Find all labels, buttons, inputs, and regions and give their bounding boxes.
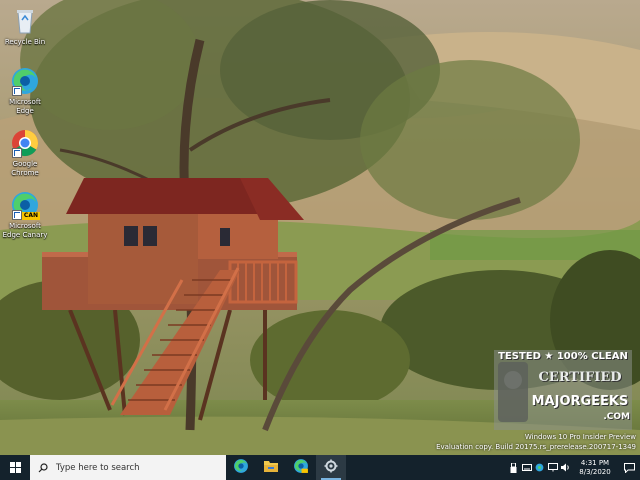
keyboard-icon[interactable] — [520, 455, 533, 480]
search-placeholder: Type here to search — [56, 462, 140, 473]
taskbar: Type here to search 4:31 PM 8/3/2020 — [0, 455, 640, 480]
shortcut-arrow-icon — [12, 86, 22, 96]
desktop-icon-chrome[interactable]: Google Chrome — [2, 128, 48, 178]
volume-icon[interactable] — [559, 455, 572, 480]
action-center-button[interactable] — [618, 455, 640, 480]
chrome-icon — [10, 128, 40, 158]
clock-date: 8/3/2020 — [579, 467, 611, 476]
edge-tray-icon[interactable] — [533, 455, 546, 480]
taskbar-file-explorer[interactable] — [256, 455, 286, 480]
edge-icon — [233, 458, 249, 478]
edge-canary-icon: CAN — [10, 190, 40, 220]
gear-icon — [324, 458, 338, 477]
taskbar-clock[interactable]: 4:31 PM 8/3/2020 — [572, 459, 618, 477]
desktop-icon-edge-canary[interactable]: CAN Microsoft Edge Canary — [2, 190, 48, 240]
desktop-icon-label: Google Chrome — [11, 160, 39, 177]
taskbar-search-box[interactable]: Type here to search — [30, 455, 226, 480]
search-icon — [38, 458, 48, 477]
badge-dotcom-text: .COM — [603, 412, 630, 422]
desktop-icon-label: Microsoft Edge Canary — [2, 222, 48, 239]
usb-icon[interactable] — [507, 455, 520, 480]
badge-brand-text: MAJORGEEKS — [531, 394, 629, 409]
canary-badge: CAN — [21, 212, 40, 220]
desktop-icon-label: Recycle Bin — [4, 38, 46, 46]
network-icon[interactable] — [546, 455, 559, 480]
desktop-icon-recycle-bin[interactable]: Recycle Bin — [2, 6, 48, 47]
desktop-icon-label: Microsoft Edge — [9, 98, 41, 115]
recycle-bin-icon — [10, 6, 40, 36]
windows-logo-icon — [9, 458, 21, 477]
badge-tested-text: TESTED ★ 100% CLEAN — [498, 351, 628, 362]
taskbar-edge[interactable] — [226, 455, 256, 480]
start-button[interactable] — [0, 455, 30, 480]
watermark-build: Evaluation copy. Build 20175.rs_prerelea… — [436, 443, 636, 451]
notification-icon — [623, 458, 635, 477]
majorgeeks-certified-badge: TESTED ★ 100% CLEAN CERTIFIED MAJORGEEKS… — [494, 350, 632, 430]
system-tray: 4:31 PM 8/3/2020 — [507, 455, 640, 480]
badge-certified-text: CERTIFIED — [538, 370, 622, 385]
taskbar-edge-canary[interactable] — [286, 455, 316, 480]
windows-build-watermark: Windows 10 Pro Insider Preview Evaluatio… — [436, 432, 636, 452]
taskbar-settings[interactable] — [316, 455, 346, 480]
watermark-edition: Windows 10 Pro Insider Preview — [524, 433, 636, 441]
clock-time: 4:31 PM — [580, 458, 610, 467]
shortcut-arrow-icon — [12, 148, 22, 158]
edge-canary-icon — [293, 458, 309, 478]
shortcut-arrow-icon — [12, 210, 22, 220]
desktop-icon-edge[interactable]: Microsoft Edge — [2, 66, 48, 116]
folder-icon — [263, 458, 279, 477]
edge-icon — [10, 66, 40, 96]
